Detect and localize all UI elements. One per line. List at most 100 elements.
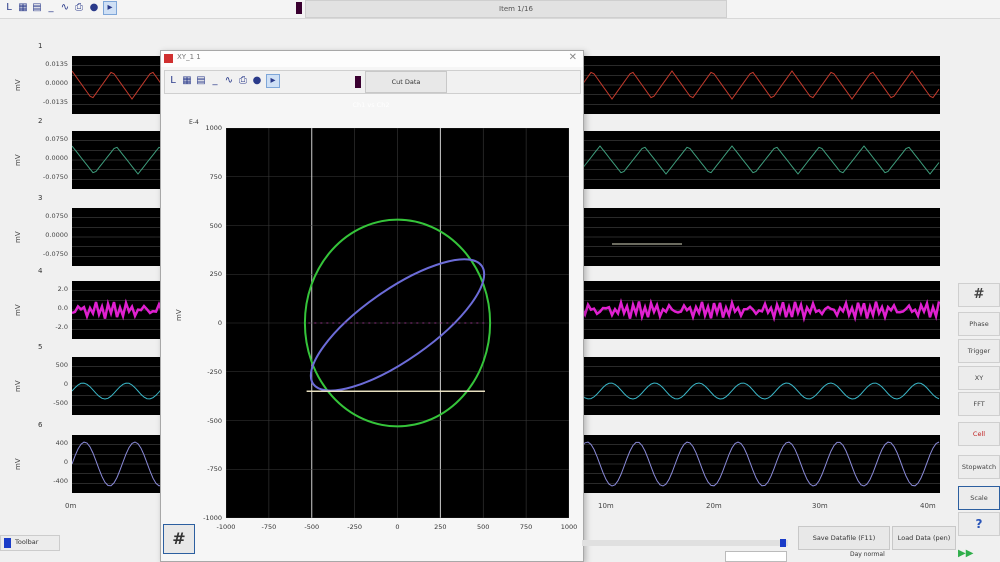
xy-window[interactable]: XY_1 1 ✕ L ▦ ▤ _ ∿ ⎙ ● ▸ Cut Data Ch1 vs…	[160, 50, 584, 562]
xy-xtick-label: 750	[519, 523, 533, 531]
wave-icon[interactable]: ∿	[59, 2, 71, 14]
load-data-button[interactable]: Load Data (pen)	[892, 526, 956, 550]
channel-number: 2	[38, 117, 43, 125]
phase-button[interactable]: Phase	[958, 312, 1000, 336]
xy-ytick-label: 750	[209, 172, 222, 181]
channel-tick-label: 0.0000	[45, 231, 68, 239]
channel-tick-label: 0.0000	[45, 79, 68, 87]
horizontal-scrollbar[interactable]	[582, 539, 788, 547]
channel-number: 1	[38, 42, 43, 50]
toolbar-toggle-icon	[4, 538, 11, 548]
toolbar-toggle-label: Toolbar	[15, 538, 39, 546]
xy-xtick-label: -1000	[216, 523, 236, 531]
print-icon[interactable]: ⎙	[73, 2, 85, 14]
channel-number: 6	[38, 421, 43, 429]
scale-button[interactable]: Scale	[958, 486, 1000, 510]
close-icon[interactable]: ✕	[569, 52, 577, 63]
select-box-icon[interactable]: ▦	[181, 75, 193, 87]
xy-ytick-label: -250	[207, 367, 222, 376]
flat-line-icon[interactable]: _	[209, 75, 221, 87]
wave-icon[interactable]: ∿	[223, 75, 235, 87]
print-icon[interactable]: ⎙	[237, 75, 249, 87]
channel-unit: mV	[14, 154, 22, 166]
channel-tick-label: 0	[63, 458, 68, 466]
time-tick-label: 0m	[65, 502, 77, 510]
axis-icon[interactable]: L	[3, 2, 15, 14]
point-icon[interactable]: ●	[88, 2, 100, 14]
xy-xtick-label: 250	[434, 523, 447, 531]
time-tick-label: 20m	[706, 502, 722, 510]
channel-tick-label: 500	[55, 361, 68, 369]
save-datafile-button[interactable]: Save Datafile (F11)	[798, 526, 890, 550]
color-marker[interactable]	[355, 76, 361, 88]
xy-xtick-label: 500	[477, 523, 490, 531]
channel-number: 5	[38, 343, 43, 351]
channel-tick-label: 0	[63, 380, 68, 388]
fft-button[interactable]: FFT	[958, 392, 1000, 416]
xy-ylabel: mV	[175, 309, 183, 321]
channel-tick-label: 400	[55, 439, 68, 447]
xy-ytick-label: -1000	[203, 514, 222, 522]
time-tick-label: 40m	[920, 502, 936, 510]
run-indicator: ▶▶	[958, 548, 974, 559]
time-tick-label: 10m	[598, 502, 614, 510]
main-toolbar: L ▦ ▤ _ ∿ ⎙ ● ▸ Item 1/16	[0, 0, 1000, 19]
scrollbar-thumb[interactable]	[780, 539, 786, 547]
xy-ytick-label: 250	[209, 270, 222, 279]
grid-button[interactable]: #	[958, 283, 1000, 307]
channel-tick-label: 0.0000	[45, 154, 68, 162]
axis-icon[interactable]: L	[167, 75, 179, 87]
color-marker[interactable]	[296, 2, 302, 14]
channel-unit: mV	[14, 79, 22, 91]
xy-xtick-label: -250	[347, 523, 362, 531]
trigger-button[interactable]: Trigger	[958, 339, 1000, 363]
xy-toolbar: L ▦ ▤ _ ∿ ⎙ ● ▸ Cut Data	[164, 70, 581, 94]
cursor-icon[interactable]: ▸	[266, 74, 280, 88]
channel-tick-label: -500	[53, 399, 68, 407]
xy-plot[interactable]	[225, 127, 570, 519]
xy-ytick-label: -500	[207, 416, 222, 425]
xy-plot-svg	[225, 127, 570, 519]
channel-number: 4	[38, 267, 43, 275]
cut-data-button[interactable]: Cut Data	[365, 71, 447, 93]
channel-tick-label: -0.0750	[42, 250, 68, 258]
stopwatch-button[interactable]: Stopwatch	[958, 455, 1000, 479]
xy-window-titlebar[interactable]: XY_1 1 ✕	[161, 51, 583, 67]
channel-tick-label: 0.0135	[45, 60, 68, 68]
select-region-icon[interactable]: ▤	[31, 2, 43, 14]
channel-tick-label: 0.0750	[45, 135, 68, 143]
status-text: Day normal	[850, 551, 885, 558]
cell-button[interactable]: Cell	[958, 422, 1000, 446]
help-button[interactable]: ?	[958, 512, 1000, 536]
channel-tick-label: -0.0750	[42, 173, 68, 181]
xy-xtick-label: -750	[261, 523, 277, 531]
channel-tick-label: -400	[53, 477, 68, 485]
channel-unit: mV	[14, 380, 22, 392]
select-region-icon[interactable]: ▤	[195, 75, 207, 87]
channel-unit: mV	[14, 231, 22, 243]
channel-unit: mV	[14, 458, 22, 470]
channel-number: 3	[38, 194, 43, 202]
flat-line-icon[interactable]: _	[45, 2, 57, 14]
xy-ytick-label: 0	[217, 319, 222, 327]
cursor-icon[interactable]: ▸	[103, 1, 117, 15]
channel-tick-label: 0.0	[57, 304, 68, 312]
app-icon	[164, 54, 173, 63]
channel-unit: mV	[14, 304, 22, 316]
xy-ytick-label: -750	[207, 465, 222, 474]
select-box-icon[interactable]: ▦	[17, 2, 29, 14]
time-tick-label: 30m	[812, 502, 828, 510]
zoom-select[interactable]	[725, 551, 787, 562]
xy-button[interactable]: XY	[958, 366, 1000, 390]
xy-xtick-label: 1000	[560, 523, 578, 531]
status-bar: Item 1/16	[305, 0, 727, 18]
channel-tick-label: -0.0135	[42, 98, 68, 106]
xy-ytick-label: 500	[209, 221, 222, 230]
xy-subtitle: Ch1 vs Ch2	[352, 101, 390, 109]
channel-tick-label: 2.0	[57, 285, 68, 293]
point-icon[interactable]: ●	[251, 75, 263, 87]
toolbar-toggle[interactable]: Toolbar	[0, 535, 60, 551]
xy-window-title: XY_1 1	[177, 53, 201, 61]
channel-tick-label: -2.0	[55, 323, 68, 331]
grid-toggle-button[interactable]: #	[163, 524, 195, 554]
